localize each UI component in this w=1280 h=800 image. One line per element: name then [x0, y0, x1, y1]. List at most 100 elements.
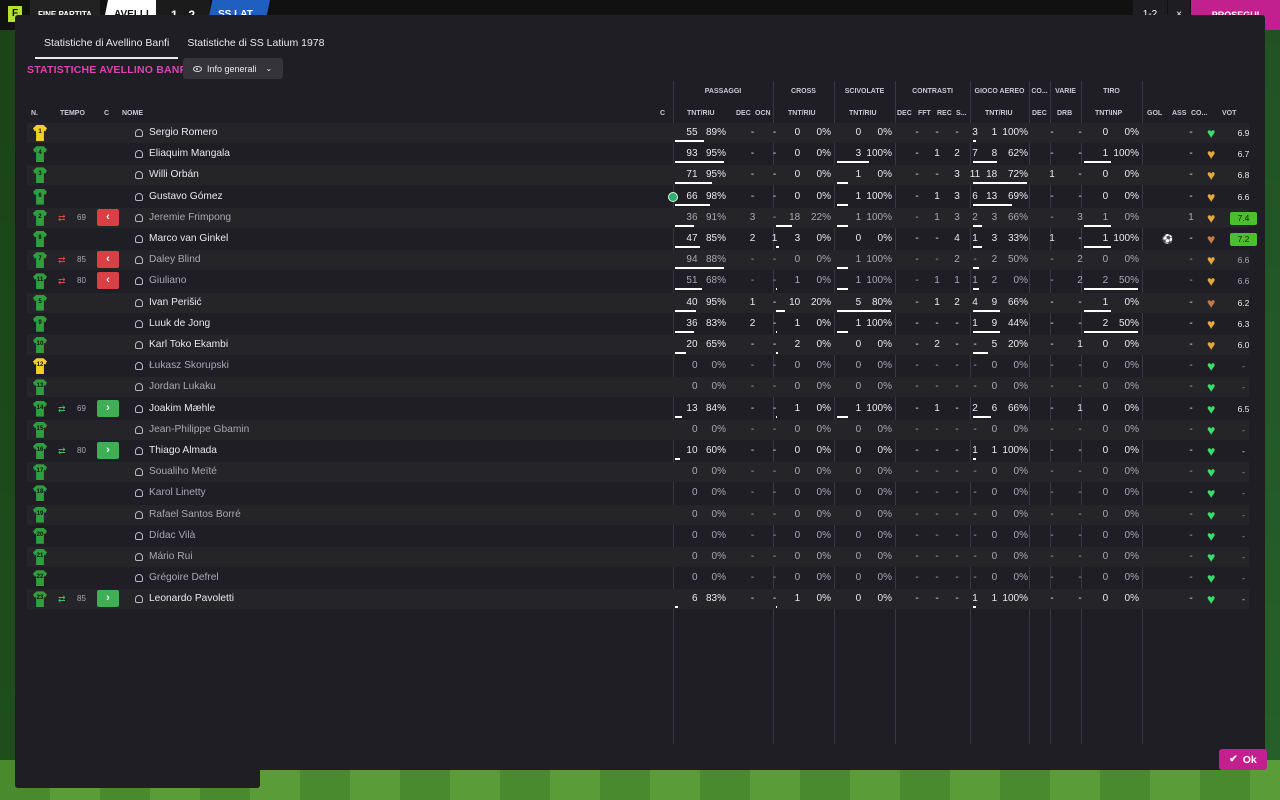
cross-pct: 0%: [816, 190, 831, 202]
player-name[interactable]: Karl Toko Ekambi: [149, 335, 409, 355]
goal-icon: [1161, 441, 1175, 461]
player-name[interactable]: Marco van Ginkel: [149, 229, 409, 249]
pass-dec: -: [750, 360, 755, 372]
table-row[interactable]: 6 Gustavo Gómez 66 98% - -0 0% 1 100% -1 3 6 13 69% - -…: [27, 187, 1249, 207]
table-row[interactable]: 2 ⇄ 69 ‹ Jeremie Frimpong 36 91% 3-18 22% 1 100% -1…: [27, 207, 1257, 228]
table-row[interactable]: 19 Rafael Santos Borré 0 0% - - 0 0% 0 0% - - - - 0 0% -…: [27, 504, 1249, 525]
table-row[interactable]: 23 ⇄ 85 › Leonardo Pavoletti 6 83% - -1 0% 0 0% - - -1…: [27, 589, 1249, 610]
col-header-sciv-tnt-riu[interactable]: TNT/RIU: [849, 110, 877, 117]
goal-icon: [1161, 377, 1175, 397]
tab-home-stats[interactable]: Statistiche di Avellino Banfi: [35, 35, 179, 59]
sub-out-button[interactable]: ‹: [97, 208, 119, 226]
co-dec: -: [1050, 317, 1054, 329]
player-name[interactable]: Rafael Santos Borré: [149, 505, 409, 525]
sub-in-button[interactable]: ›: [97, 399, 119, 417]
table-row[interactable]: 21Mário Rui00%--00%00%----00%--00%--: [27, 547, 1249, 567]
table-row[interactable]: 3 Willi Orbán 71 95% - -0 0% 1 0% - -3 11 18 72% 1-0 0%…: [27, 165, 1249, 186]
col-header-condizione[interactable]: CO...: [1191, 110, 1207, 117]
headers-pct: 0%: [1013, 381, 1028, 393]
shots-attempts: 0: [1102, 508, 1109, 520]
player-name[interactable]: Jeremie Frimpong: [149, 208, 409, 228]
col-header-c2[interactable]: C: [660, 110, 665, 117]
table-row[interactable]: 8 Marco van Ginkel 47 85% 2 1 3 0% 0 0% - -4 1 3 33% 1-…: [27, 229, 1257, 249]
col-header-vot[interactable]: VOT: [1222, 110, 1236, 117]
player-name[interactable]: Eliaquim Mangala: [149, 144, 409, 164]
condition-heart-icon: [1207, 377, 1219, 397]
table-row[interactable]: 11 ⇄ 80 ‹ Giuliano 51 68% - -1 0% 1 100% -1 1 1 2 0% -2 2 5…: [27, 271, 1249, 291]
col-header-pass-tnt-riu[interactable]: TNT/RIU: [687, 110, 715, 117]
sub-out-icon: ⇄: [58, 276, 66, 287]
tab-away-stats[interactable]: Statistiche di SS Latium 1978: [178, 35, 333, 59]
col-header-tempo[interactable]: TEMPO: [60, 110, 85, 117]
table-row[interactable]: 18Karol Linetty00%--00%00%----00%--00%--: [27, 483, 1249, 503]
player-name[interactable]: Mário Rui: [149, 547, 409, 567]
col-header-ocn[interactable]: OCN: [755, 110, 771, 117]
contr-dec: -: [915, 148, 919, 160]
player-name[interactable]: Karol Linetty: [149, 483, 409, 503]
sub-out-button[interactable]: ‹: [97, 272, 119, 290]
col-header-co-dec[interactable]: DEC: [1032, 110, 1047, 117]
col-header-cont-dec[interactable]: DEC: [897, 110, 912, 117]
table-row[interactable]: 14 ⇄ 69 › Joakim Mæhle 13 84% - -1 0% 1 100% -1-2 6 66…: [27, 399, 1249, 419]
col-header-nome[interactable]: NOME: [122, 110, 143, 117]
table-row[interactable]: 7 ⇄ 85 ‹ Daley Blind 94 88% - -0 0% 1 100% - -2-2 50% -…: [27, 250, 1249, 271]
ok-button[interactable]: ✔ Ok: [1219, 749, 1267, 770]
headers-pct: 100%: [1002, 593, 1028, 605]
col-header-rec[interactable]: REC: [937, 110, 952, 117]
col-header-pass-dec[interactable]: DEC: [736, 110, 751, 117]
player-name[interactable]: Joakim Mæhle: [149, 399, 409, 419]
player-name[interactable]: Grégoire Defrel: [149, 568, 409, 588]
view-dropdown[interactable]: Info generali ⌄: [183, 58, 283, 79]
player-head-icon: [135, 404, 143, 413]
col-header-ass[interactable]: ASS: [1172, 110, 1186, 117]
contr-rec: -: [955, 466, 959, 478]
table-row[interactable]: 13Jordan Lukaku00%--00%00%----00%--00%--: [27, 377, 1249, 398]
player-name[interactable]: Łukasz Skorupski: [149, 356, 409, 376]
table-row[interactable]: 17 Soualiho Meïté 0 0% - -0 0% 0 0% - - - -0 0% - -0 0% -…: [27, 462, 1249, 483]
player-name[interactable]: Sergio Romero: [149, 123, 409, 143]
table-row[interactable]: 15 Jean-Philippe Gbamin 0 0% - - 0 0% 0 0% - - - - 0 0%…: [27, 419, 1249, 440]
player-name[interactable]: Giuliano: [149, 271, 409, 291]
player-name[interactable]: Willi Orbán: [149, 165, 409, 185]
condition-heart-icon: [1207, 526, 1219, 546]
passes-bar: [675, 140, 704, 142]
col-header-fft[interactable]: FFT: [918, 110, 931, 117]
contr-rec: -: [955, 529, 959, 541]
sub-in-button[interactable]: ›: [97, 442, 119, 459]
table-row[interactable]: 10 Karl Toko Ekambi 20 65% - -2 0% 0 0% -2- -5 20% -…: [27, 335, 1249, 355]
player-name[interactable]: Soualiho Meïté: [149, 462, 409, 482]
co-dec: -: [1050, 211, 1054, 223]
col-header-tiro-tnt-inp[interactable]: TNT\INP: [1095, 110, 1122, 117]
table-row[interactable]: 1 Sergio Romero 55 89% - -0 0% 0 0% - - -3 1 100% - -0 0…: [27, 123, 1249, 143]
player-name[interactable]: Leonardo Pavoletti: [149, 589, 409, 609]
player-name[interactable]: Gustavo Gómez: [149, 187, 409, 207]
player-name[interactable]: Ivan Perišić: [149, 293, 409, 313]
sub-out-button[interactable]: ‹: [97, 251, 119, 269]
col-header-drb[interactable]: DRB: [1057, 110, 1072, 117]
pass-dec: -: [750, 339, 755, 350]
player-name[interactable]: Luuk de Jong: [149, 314, 409, 334]
tackles-attempts: 0: [855, 360, 862, 372]
table-row[interactable]: 9 Luuk de Jong 36 83% 2-1 0% 1 100% - - -1 9 44% - -2 5…: [27, 314, 1249, 334]
player-name[interactable]: Thiago Almada: [149, 441, 409, 461]
player-name[interactable]: Dídac Vilà: [149, 526, 409, 546]
col-header-air-tnt-riu[interactable]: TNT/RIU: [985, 110, 1013, 117]
table-row[interactable]: 20Dídac Vilà00%--00%00%----00%--00%--: [27, 526, 1249, 546]
table-row[interactable]: 12 Łukasz Skorupski 0 0% - -0 0% 0 0% - - - -0 0% - -0 0…: [27, 356, 1249, 376]
col-header-c[interactable]: C: [104, 110, 109, 117]
col-header-n[interactable]: N.: [31, 110, 38, 117]
col-header-s[interactable]: S...: [956, 110, 967, 117]
player-name[interactable]: Jean-Philippe Gbamin: [149, 420, 409, 440]
table-row[interactable]: 4 Eliaquim Mangala 93 95% - -0 0% 3 100% -1 2 7 8 62%…: [27, 144, 1249, 164]
col-header-cross-tnt-riu[interactable]: TNT/RIU: [788, 110, 816, 117]
condition-heart-icon: [1207, 144, 1219, 164]
table-row[interactable]: 5 Ivan Perišić 40 95% 1-10 20% 5 80% -1 2 4 9 66% - -1…: [27, 292, 1249, 313]
player-rating: -: [1242, 488, 1245, 499]
col-header-gol[interactable]: GOL: [1147, 110, 1162, 117]
sub-in-button[interactable]: ›: [97, 590, 119, 608]
player-name[interactable]: Daley Blind: [149, 250, 409, 270]
table-row[interactable]: 16 ⇄ 80 › Thiago Almada 10 60% - -0 0% 0 0% - - -1 1 100…: [27, 441, 1249, 461]
passes-bar: [675, 458, 681, 460]
player-name[interactable]: Jordan Lukaku: [149, 377, 409, 397]
table-row[interactable]: 22 Grégoire Defrel 0 0% - -0 0% 0 0% - - - -0 0% - -0 0%…: [27, 568, 1249, 588]
